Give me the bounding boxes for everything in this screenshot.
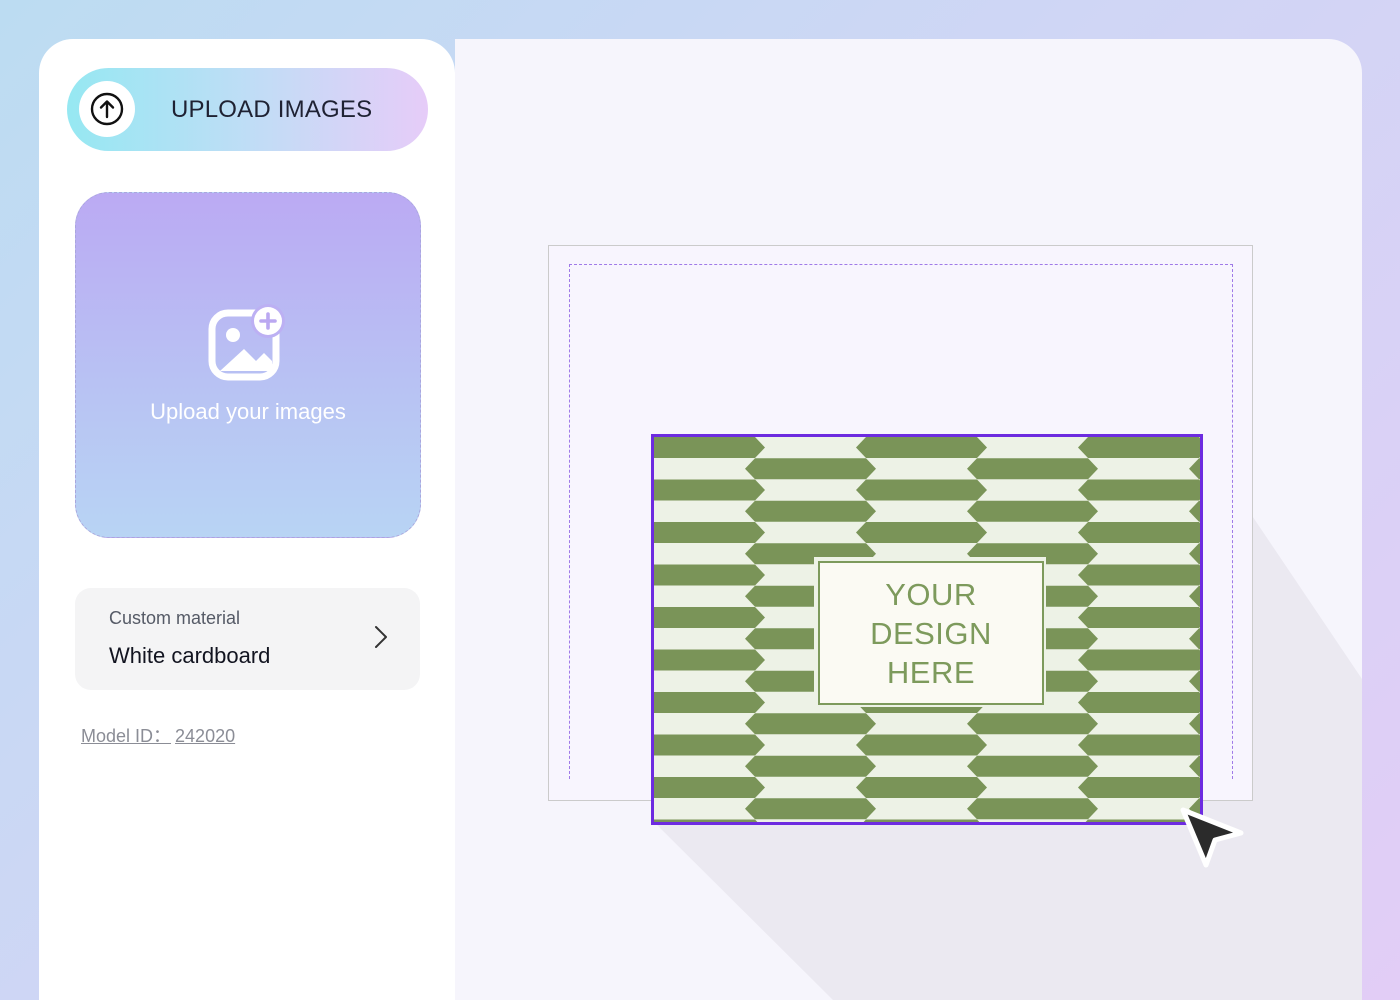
drop-zone-label: Upload your images <box>150 399 346 424</box>
chevron-right-icon <box>375 626 387 648</box>
material-selector[interactable]: Custom material White cardboard <box>75 588 420 690</box>
design-label-inner: YOUR DESIGN HERE <box>818 561 1044 705</box>
design-label-box: YOUR DESIGN HERE <box>814 557 1046 707</box>
material-value: White cardboard <box>109 643 271 668</box>
pointer-arrow-icon <box>1180 807 1244 868</box>
model-id-value: 242020 <box>175 726 236 746</box>
upload-images-button[interactable]: UPLOAD IMAGES <box>67 68 428 151</box>
design-selection-frame[interactable]: YOUR DESIGN HERE <box>651 434 1203 825</box>
model-id-label: Model ID： <box>81 726 172 746</box>
design-placeholder-text: YOUR DESIGN HERE <box>870 576 992 690</box>
model-id-link[interactable]: Model ID： 242020 <box>81 722 235 748</box>
add-image-icon <box>208 304 285 381</box>
image-drop-zone[interactable]: Upload your images <box>75 192 421 538</box>
upload-button-label: UPLOAD IMAGES <box>171 96 373 123</box>
upload-button-icon-wrap <box>79 81 135 137</box>
arrow-up-circle-icon <box>90 92 124 126</box>
material-caption: Custom material <box>109 608 241 628</box>
left-panel: UPLOAD IMAGES Upload your images Custom … <box>39 39 455 1000</box>
